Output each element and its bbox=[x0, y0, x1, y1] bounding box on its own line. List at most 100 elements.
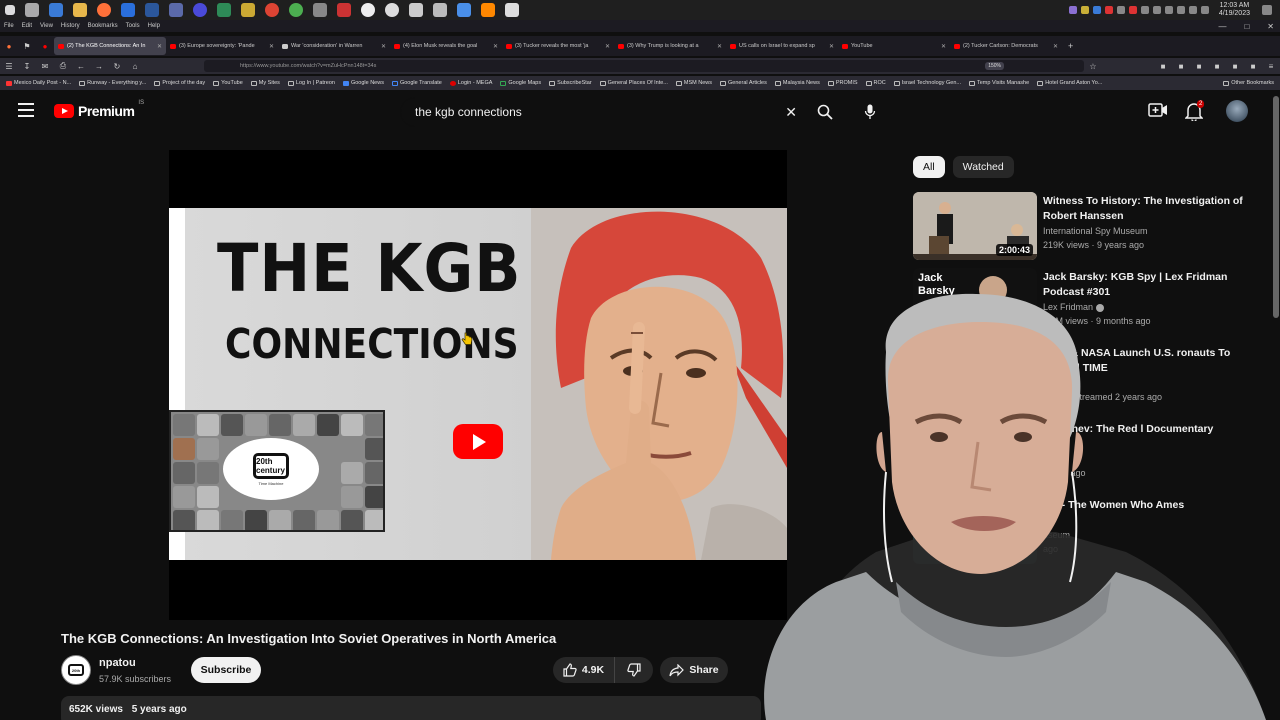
file-explorer-icon[interactable] bbox=[73, 3, 87, 17]
menu-hamburger-icon[interactable] bbox=[18, 103, 34, 117]
app-icon-2[interactable] bbox=[121, 3, 135, 17]
recommendation-thumbnail[interactable]: 2:00:43 bbox=[913, 192, 1037, 260]
tab-kgb-connections[interactable]: (2) The KGB Connections: An In ✕ bbox=[54, 37, 166, 55]
tab-tucker-carlson[interactable]: (2) Tucker Carlson: Democrats ✕ bbox=[950, 37, 1062, 55]
photos-icon[interactable] bbox=[505, 3, 519, 17]
extension-icon[interactable]: ■ bbox=[1244, 62, 1262, 71]
close-tab-icon[interactable]: ✕ bbox=[941, 43, 946, 50]
menu-history[interactable]: History bbox=[61, 23, 80, 29]
home-icon[interactable]: ⌂ bbox=[126, 62, 144, 71]
system-clock[interactable]: 12:03 AM 4/19/2023 bbox=[1219, 2, 1250, 18]
app-icon-9[interactable] bbox=[313, 3, 327, 17]
volume-icon[interactable] bbox=[1200, 6, 1209, 14]
close-tab-icon[interactable]: ✕ bbox=[717, 43, 722, 50]
recommendation-item[interactable]: 2:00:43 Witness To History: The Investig… bbox=[913, 192, 1253, 262]
youtube-premium-logo[interactable]: Premium IS bbox=[54, 100, 144, 119]
close-tab-icon[interactable]: ✕ bbox=[1053, 43, 1058, 50]
bookmark-item[interactable]: Log In | Patreon bbox=[287, 80, 335, 86]
app-icon-14[interactable] bbox=[433, 3, 447, 17]
extension-icon[interactable]: ■ bbox=[1154, 62, 1172, 71]
bookmark-item[interactable]: General Articles bbox=[720, 80, 767, 86]
menu-view[interactable]: View bbox=[40, 23, 53, 29]
bookmark-item[interactable]: YouTube bbox=[213, 80, 243, 86]
bookmark-item[interactable]: Runway - Everything y... bbox=[79, 80, 146, 86]
app-icon-10[interactable] bbox=[337, 3, 351, 17]
menu-bookmarks[interactable]: Bookmarks bbox=[88, 23, 118, 29]
bookmark-item[interactable]: PROMIS bbox=[827, 80, 858, 86]
voice-search-button[interactable] bbox=[856, 97, 884, 127]
create-video-button[interactable] bbox=[1148, 102, 1168, 120]
extension-icon[interactable]: ■ bbox=[1226, 62, 1244, 71]
tab-europe-sovereignty[interactable]: (3) Europe sovereignty: 'Pande ✕ bbox=[166, 37, 278, 55]
wifi-icon[interactable] bbox=[1188, 6, 1197, 14]
other-bookmarks[interactable]: Other Bookmarks bbox=[1223, 80, 1280, 86]
bookmark-item[interactable]: Google Translate bbox=[391, 80, 442, 86]
close-tab-icon[interactable]: ✕ bbox=[157, 43, 162, 50]
bookmark-item[interactable]: ROC bbox=[865, 80, 886, 86]
tray-icon[interactable] bbox=[1164, 6, 1173, 14]
tray-icon[interactable] bbox=[1092, 6, 1101, 14]
vlc-icon[interactable] bbox=[481, 3, 495, 17]
app-icon-1[interactable] bbox=[49, 3, 63, 17]
app-icon-15[interactable] bbox=[457, 3, 471, 17]
tray-icon[interactable] bbox=[1116, 6, 1125, 14]
bookmark-star-icon[interactable]: ☆ bbox=[1084, 62, 1102, 71]
tab-youtube[interactable]: YouTube ✕ bbox=[838, 37, 950, 55]
pinned-youtube-tab-icon[interactable]: ● bbox=[36, 42, 54, 51]
tab-war-consideration[interactable]: War 'consideration' in Warren ✕ bbox=[278, 37, 390, 55]
clear-search-icon[interactable]: ✕ bbox=[785, 104, 797, 121]
bookmark-item[interactable]: Google Maps bbox=[500, 80, 541, 86]
extension-icon[interactable]: ■ bbox=[1208, 62, 1226, 71]
app-icon-11[interactable] bbox=[361, 3, 375, 17]
close-tab-icon[interactable]: ✕ bbox=[493, 43, 498, 50]
video-description-box[interactable]: 652K views 5 years ago bbox=[61, 696, 761, 720]
app-icon-7[interactable] bbox=[265, 3, 279, 17]
back-icon[interactable]: ← bbox=[72, 62, 90, 71]
app-icon-13[interactable] bbox=[409, 3, 423, 17]
chip-watched[interactable]: Watched bbox=[952, 156, 1014, 178]
close-tab-icon[interactable]: ✕ bbox=[829, 43, 834, 50]
dislike-button[interactable] bbox=[615, 657, 653, 683]
forward-icon[interactable]: → bbox=[90, 62, 108, 71]
tray-icon[interactable] bbox=[1080, 6, 1089, 14]
bookmark-item[interactable]: Malaysia News bbox=[774, 80, 820, 86]
close-tab-icon[interactable]: ✕ bbox=[269, 43, 274, 50]
menu-edit[interactable]: Edit bbox=[22, 23, 32, 29]
tray-icon[interactable] bbox=[1152, 6, 1161, 14]
maximize-icon[interactable]: □ bbox=[1244, 22, 1249, 31]
bookmark-item[interactable]: Mexico Daily Post - N... bbox=[6, 80, 71, 86]
channel-avatar[interactable]: 20th bbox=[61, 655, 91, 685]
like-button[interactable]: 4.9K bbox=[553, 657, 615, 683]
menu-help[interactable]: Help bbox=[148, 23, 160, 29]
bookmark-item[interactable]: Temp Visits Manashe bbox=[969, 80, 1029, 86]
zoom-level-badge[interactable]: 150% bbox=[985, 62, 1004, 70]
close-window-icon[interactable]: ✕ bbox=[1267, 22, 1274, 31]
tab-why-trump[interactable]: (3) Why Trump is looking at a ✕ bbox=[614, 37, 726, 55]
bookmark-item[interactable]: SubscribeStar bbox=[549, 80, 592, 86]
bookmark-item[interactable]: Login - MEGA bbox=[449, 80, 492, 86]
bookmark-item[interactable]: Israel Technology Gen... bbox=[893, 80, 961, 86]
mail-icon[interactable]: ✉ bbox=[36, 62, 54, 71]
subscribe-button[interactable]: Subscribe bbox=[191, 657, 261, 683]
downloads-icon[interactable]: ↧ bbox=[18, 62, 36, 71]
video-thumbnail[interactable]: THE KGB CONNECTIONS 20th century Time Ma… bbox=[169, 208, 787, 560]
extension-icon[interactable]: ■ bbox=[1190, 62, 1208, 71]
tray-icon[interactable] bbox=[1068, 6, 1077, 14]
tray-icon[interactable] bbox=[1176, 6, 1185, 14]
close-tab-icon[interactable]: ✕ bbox=[605, 43, 610, 50]
search-input[interactable]: the kgb connections ✕ bbox=[400, 97, 808, 127]
menu-tools[interactable]: Tools bbox=[126, 23, 140, 29]
firefox-icon[interactable] bbox=[97, 3, 111, 17]
extension-icon[interactable]: ■ bbox=[1172, 62, 1190, 71]
address-bar[interactable]: https://www.youtube.com/watch?v=mZuHcPnn… bbox=[204, 60, 1084, 72]
bookmark-item[interactable]: Hotel Grand Aston Yo... bbox=[1037, 80, 1102, 86]
app-menu-icon[interactable]: ≡ bbox=[1262, 62, 1280, 71]
tray-icon[interactable] bbox=[1128, 6, 1137, 14]
tray-icon[interactable] bbox=[1140, 6, 1149, 14]
video-player[interactable]: THE KGB CONNECTIONS 20th century Time Ma… bbox=[169, 150, 787, 620]
channel-name[interactable]: npatou bbox=[99, 657, 136, 669]
app-icon-3[interactable] bbox=[169, 3, 183, 17]
app-icon-4[interactable] bbox=[193, 3, 207, 17]
account-avatar[interactable] bbox=[1226, 100, 1248, 122]
close-tab-icon[interactable]: ✕ bbox=[381, 43, 386, 50]
